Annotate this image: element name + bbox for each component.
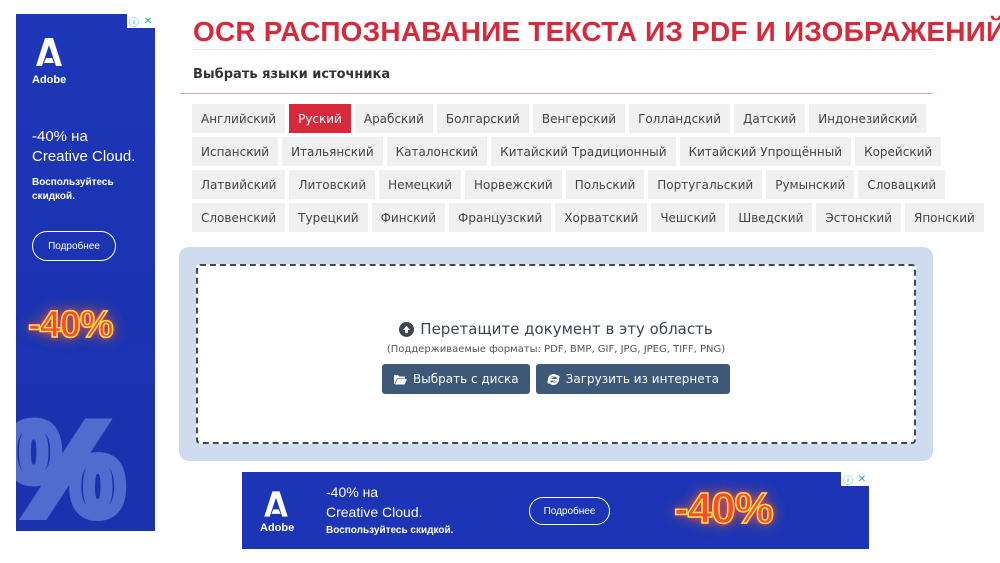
language-option[interactable]: Польский xyxy=(565,170,645,199)
language-row: Словенский Турецкий Финский Французский … xyxy=(192,203,984,232)
adobe-brand: Adobe xyxy=(32,74,67,86)
language-option[interactable]: Испанский xyxy=(192,137,279,166)
language-option[interactable]: Французский xyxy=(449,203,552,232)
language-option[interactable]: Норвежский xyxy=(465,170,562,199)
language-option[interactable]: Английский xyxy=(192,104,286,133)
language-option[interactable]: Шведский xyxy=(729,203,813,232)
ad-discount-badge: -40% xyxy=(27,303,114,347)
ad-cta-button[interactable]: Подробнее xyxy=(529,497,610,525)
language-option[interactable]: Датский xyxy=(734,104,806,133)
ad-controls: ⓘ ✕ xyxy=(841,472,869,487)
choose-from-disk-label: Выбрать с диска xyxy=(413,372,519,386)
adobe-logo-icon xyxy=(32,32,66,72)
language-option[interactable]: Словенский xyxy=(192,203,286,232)
page-title: OCR РАСПОЗНАВАНИЕ ТЕКСТА ИЗ PDF И ИЗОБРА… xyxy=(193,16,1000,47)
language-option[interactable]: Латвийский xyxy=(192,170,286,199)
percent-decoration-icon: % xyxy=(16,390,130,531)
upload-panel: Перетащите документ в эту область (Подде… xyxy=(179,247,933,461)
ad-info-icon[interactable]: ⓘ xyxy=(127,14,141,29)
ad-headline-line-1: -40% на xyxy=(326,484,379,500)
ad-headline-line-2: Creative Cloud. xyxy=(32,148,136,165)
language-option[interactable]: Голландский xyxy=(629,104,731,133)
language-option[interactable]: Китайский Упрощённый xyxy=(679,137,852,166)
ad-cta-button[interactable]: Подробнее xyxy=(32,231,116,261)
choose-from-disk-button[interactable]: Выбрать с диска xyxy=(382,364,530,394)
language-option[interactable]: Португальский xyxy=(648,170,763,199)
language-option[interactable]: Чешский xyxy=(651,203,726,232)
language-row: Английский Руский Арабский Болгарский Ве… xyxy=(192,104,927,133)
language-option[interactable]: Финский xyxy=(371,203,446,232)
upload-buttons: Выбрать с диска Загрузить из интернета xyxy=(198,364,914,394)
ad-decoration: % xyxy=(16,384,155,531)
ad-subtext: Воспользуйтесь скидкой. xyxy=(326,525,454,536)
drop-zone[interactable]: Перетащите документ в эту область (Подде… xyxy=(196,264,916,444)
supported-formats: (Поддерживаемые форматы: PDF, BMP, GIF, … xyxy=(386,344,726,355)
language-option[interactable]: Каталонский xyxy=(386,137,488,166)
section-label: Выбрать языки источника xyxy=(193,67,391,82)
language-option-selected[interactable]: Руский xyxy=(289,104,351,133)
ad-headline-line-1: -40% на xyxy=(32,128,88,145)
upload-circle-icon xyxy=(399,321,415,337)
drop-zone-title-row: Перетащите документ в эту область xyxy=(198,320,914,338)
folder-open-icon xyxy=(394,374,407,384)
language-option[interactable]: Литовский xyxy=(289,170,376,199)
language-option[interactable]: Корейский xyxy=(855,137,942,166)
language-option[interactable]: Японский xyxy=(905,203,984,232)
adobe-brand: Adobe xyxy=(260,522,295,534)
language-option[interactable]: Арабский xyxy=(354,104,433,133)
section-divider xyxy=(180,93,933,94)
language-option[interactable]: Индонезийский xyxy=(809,104,927,133)
language-option[interactable]: Итальянский xyxy=(282,137,383,166)
ad-bottom[interactable]: ⓘ ✕ Adobe -40% на Creative Cloud. Воспол… xyxy=(242,472,869,549)
language-option[interactable]: Словацкий xyxy=(858,170,946,199)
language-grid: Английский Руский Арабский Болгарский Ве… xyxy=(192,104,984,236)
ad-close-icon[interactable]: ✕ xyxy=(141,14,155,28)
ad-headline: -40% на Creative Cloud. xyxy=(326,482,423,522)
language-option[interactable]: Немецкий xyxy=(379,170,462,199)
language-option[interactable]: Хорватский xyxy=(555,203,648,232)
adobe-logo-icon xyxy=(264,491,288,517)
upload-from-internet-button[interactable]: Загрузить из интернета xyxy=(535,364,730,394)
ad-controls: ⓘ ✕ xyxy=(127,14,155,29)
internet-explorer-icon xyxy=(547,373,560,385)
ad-left[interactable]: ⓘ ✕ Adobe -40% на Creative Cloud. Воспол… xyxy=(16,14,155,531)
ad-headline: -40% на Creative Cloud. xyxy=(32,127,152,167)
language-option[interactable]: Турецкий xyxy=(289,203,368,232)
language-option[interactable]: Китайский Традиционный xyxy=(491,137,676,166)
language-row: Испанский Итальянский Каталонский Китайс… xyxy=(192,137,942,166)
title-divider xyxy=(193,49,933,50)
ad-close-icon[interactable]: ✕ xyxy=(855,472,869,486)
ad-info-icon[interactable]: ⓘ xyxy=(841,472,855,487)
ad-subtext: Воспользуйтесь скидкой. xyxy=(32,177,114,202)
ad-headline-line-2: Creative Cloud. xyxy=(326,504,423,520)
language-row: Латвийский Литовский Немецкий Норвежский… xyxy=(192,170,946,199)
language-option[interactable]: Эстонский xyxy=(816,203,901,232)
ad-discount-badge: -40% xyxy=(673,483,774,534)
drop-zone-title: Перетащите документ в эту область xyxy=(420,320,713,338)
upload-from-internet-label: Загрузить из интернета xyxy=(565,372,719,386)
language-option[interactable]: Румынский xyxy=(766,170,855,199)
language-option[interactable]: Венгерский xyxy=(532,104,626,133)
language-option[interactable]: Болгарский xyxy=(436,104,529,133)
